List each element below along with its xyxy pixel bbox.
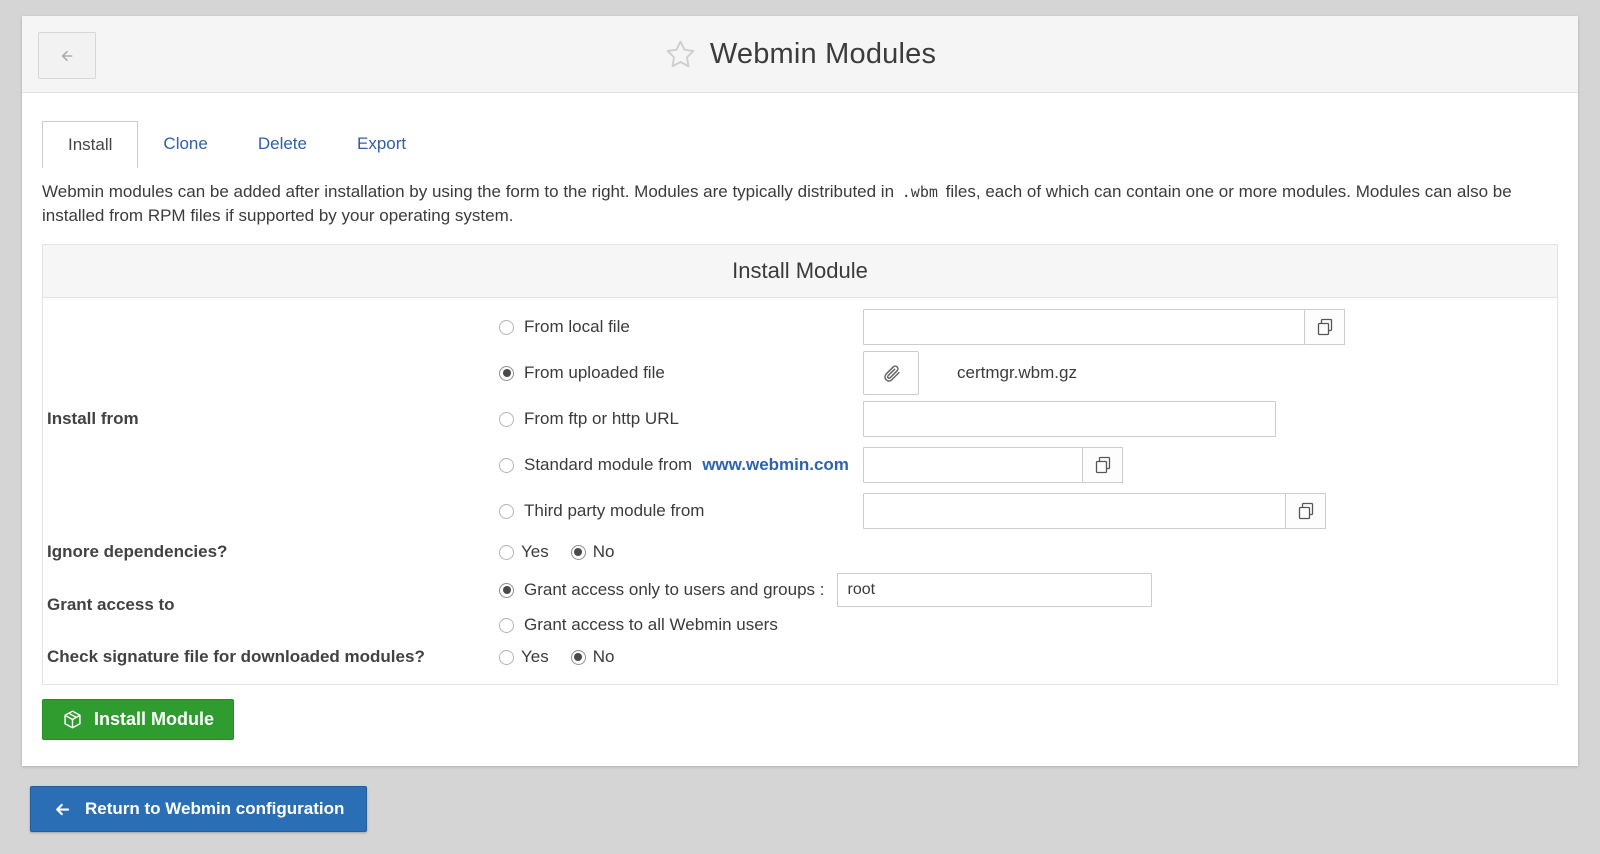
card-body: Install Clone Delete Export Webmin modul…	[22, 93, 1578, 766]
radio-local-file-label: From local file	[524, 317, 630, 337]
check-signature-choices: Yes No	[499, 647, 614, 667]
radio-option-standard-module: Standard module from www.webmin.com	[499, 455, 863, 475]
radio-standard-module-label: Standard module from	[524, 455, 692, 475]
install-module-button[interactable]: Install Module	[42, 699, 234, 740]
page-header: Webmin Modules	[22, 16, 1578, 93]
install-module-panel: Install Module Install from From local f…	[42, 244, 1558, 685]
radio-url-label: From ftp or http URL	[524, 409, 679, 429]
radio-ignore-yes[interactable]	[499, 545, 514, 560]
tab-export[interactable]: Export	[332, 121, 431, 168]
back-arrow-icon	[58, 48, 76, 64]
return-to-webmin-configuration-button[interactable]: Return to Webmin configuration	[30, 786, 367, 832]
install-from-options: From local file	[499, 304, 1345, 534]
radio-local-file[interactable]	[499, 320, 514, 335]
main-card: Webmin Modules Install Clone Delete Expo…	[22, 16, 1578, 766]
radio-third-party-label: Third party module from	[524, 501, 704, 521]
grant-users-input[interactable]	[837, 573, 1152, 607]
third-party-input-group	[863, 493, 1326, 529]
standard-module-input[interactable]	[863, 447, 1083, 483]
panel-body: Install from From local file	[43, 298, 1557, 684]
tab-clone[interactable]: Clone	[138, 121, 232, 168]
signature-yes-label: Yes	[521, 647, 549, 667]
radio-grant-users[interactable]	[499, 583, 514, 598]
intro-text: Webmin modules can be added after instal…	[42, 180, 1558, 228]
standard-module-chooser-button[interactable]	[1083, 447, 1123, 483]
row-check-signature: Check signature file for downloaded modu…	[43, 640, 1557, 674]
radio-grant-all[interactable]	[499, 618, 514, 633]
install-from-label: Install from	[43, 409, 499, 429]
radio-option-local-file: From local file	[499, 317, 863, 337]
file-chooser-icon	[1316, 318, 1334, 336]
left-arrow-icon	[53, 801, 72, 818]
grant-access-label: Grant access to	[43, 595, 499, 615]
uploaded-file-name: certmgr.wbm.gz	[957, 363, 1077, 383]
grant-users-label: Grant access only to users and groups :	[524, 580, 825, 600]
intro-part1: Webmin modules can be added after instal…	[42, 182, 894, 201]
row-grant-access: Grant access to Grant access only to use…	[43, 570, 1557, 640]
radio-option-url: From ftp or http URL	[499, 409, 863, 429]
row-install-from: Install from From local file	[43, 304, 1557, 534]
tab-install[interactable]: Install	[42, 121, 138, 168]
option-row-grant-all: Grant access to all Webmin users	[499, 610, 1152, 640]
local-file-input[interactable]	[863, 309, 1305, 345]
ignore-dependencies-choices: Yes No	[499, 542, 614, 562]
package-icon	[62, 709, 83, 730]
option-row-grant-users: Grant access only to users and groups :	[499, 570, 1152, 610]
local-file-chooser-button[interactable]	[1305, 309, 1345, 345]
radio-uploaded-file-label: From uploaded file	[524, 363, 665, 383]
radio-signature-no[interactable]	[571, 650, 586, 665]
grant-access-options: Grant access only to users and groups : …	[499, 570, 1152, 640]
url-input[interactable]	[863, 401, 1276, 437]
signature-no-label: No	[593, 647, 615, 667]
row-ignore-dependencies: Ignore dependencies? Yes No	[43, 534, 1557, 570]
radio-ignore-no[interactable]	[571, 545, 586, 560]
file-chooser-icon	[1094, 456, 1112, 474]
install-module-button-label: Install Module	[94, 709, 214, 730]
option-row-url: From ftp or http URL	[499, 396, 1345, 442]
ignore-yes-label: Yes	[521, 542, 549, 562]
title-wrap: Webmin Modules	[664, 38, 936, 71]
standard-module-input-group	[863, 447, 1123, 483]
radio-option-uploaded-file: From uploaded file	[499, 363, 863, 383]
ignore-no-label: No	[593, 542, 615, 562]
tab-delete[interactable]: Delete	[233, 121, 332, 168]
radio-standard-module[interactable]	[499, 458, 514, 473]
radio-uploaded-file[interactable]	[499, 366, 514, 381]
option-row-uploaded-file: From uploaded file certmgr.wbm.gz	[499, 350, 1345, 396]
star-icon[interactable]	[664, 38, 697, 71]
radio-signature-yes[interactable]	[499, 650, 514, 665]
tab-bar: Install Clone Delete Export	[42, 121, 1558, 168]
page-title: Webmin Modules	[710, 38, 936, 71]
radio-third-party[interactable]	[499, 504, 514, 519]
option-row-standard-module: Standard module from www.webmin.com	[499, 442, 1345, 488]
return-button-label: Return to Webmin configuration	[85, 799, 344, 819]
third-party-input[interactable]	[863, 493, 1286, 529]
option-row-local-file: From local file	[499, 304, 1345, 350]
option-row-third-party: Third party module from	[499, 488, 1345, 534]
radio-option-grant-users: Grant access only to users and groups :	[499, 580, 825, 600]
radio-url[interactable]	[499, 412, 514, 427]
local-file-input-group	[863, 309, 1345, 345]
back-button[interactable]	[38, 32, 96, 79]
intro-mono-wbm: .wbm	[899, 183, 941, 201]
upload-file-button[interactable]	[863, 351, 919, 395]
paperclip-icon	[881, 363, 902, 384]
ignore-dependencies-label: Ignore dependencies?	[43, 542, 499, 562]
radio-option-third-party: Third party module from	[499, 501, 863, 521]
panel-title: Install Module	[43, 245, 1557, 298]
third-party-chooser-button[interactable]	[1286, 493, 1326, 529]
check-signature-label: Check signature file for downloaded modu…	[43, 647, 499, 667]
grant-all-label: Grant access to all Webmin users	[524, 615, 778, 635]
file-chooser-icon	[1297, 502, 1315, 520]
radio-option-grant-all: Grant access to all Webmin users	[499, 615, 778, 635]
webmin-com-link[interactable]: www.webmin.com	[702, 455, 849, 475]
